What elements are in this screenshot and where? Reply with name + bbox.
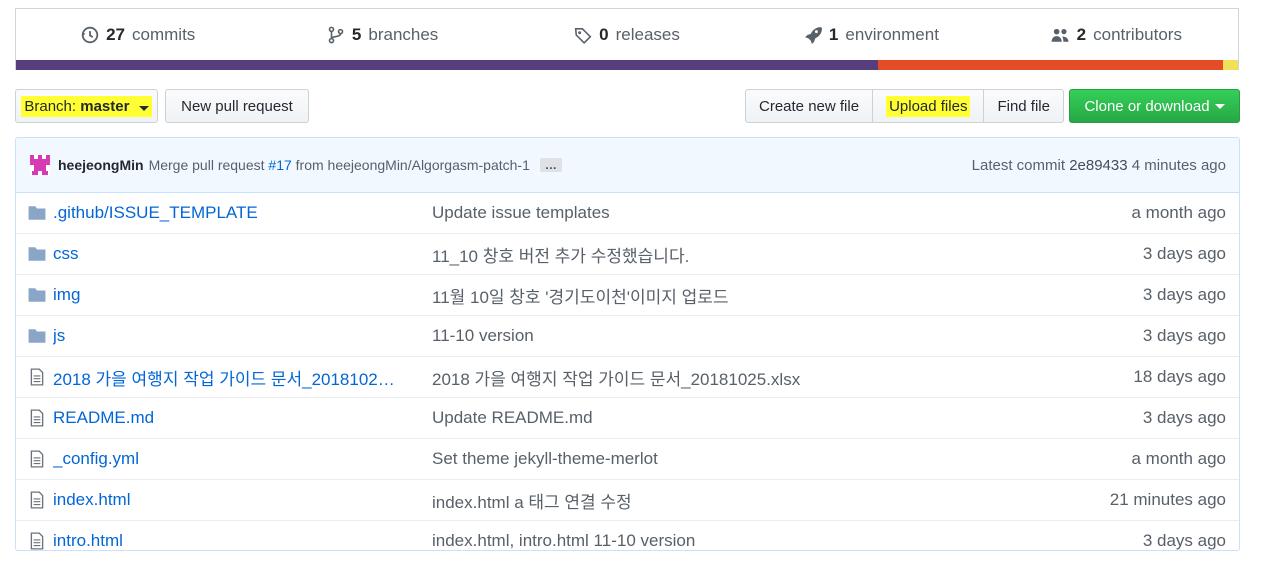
commit-message-link[interactable]: Update issue templates xyxy=(432,203,610,223)
commit-message-link[interactable]: index.html a 태그 연결 수정 xyxy=(432,488,632,513)
branch-value: master xyxy=(80,97,130,115)
commit-message-link[interactable]: index.html, intro.html 11-10 version xyxy=(432,531,695,550)
file-name-link[interactable]: _config.yml xyxy=(53,449,415,469)
table-row: css 11_10 창호 버전 추가 수정했습니다. 3 days ago xyxy=(16,233,1239,274)
branch-label: Branch: xyxy=(24,97,77,115)
folder-icon xyxy=(28,206,46,220)
upload-files-button[interactable]: Upload files xyxy=(872,89,985,123)
commit-age: a month ago xyxy=(1131,449,1226,468)
environment-link[interactable]: 1 environment xyxy=(749,25,993,45)
chevron-down-icon xyxy=(1214,103,1225,109)
table-row: 2018 가을 여행지 작업 가이드 문서_2018102… 2018 가을 여행… xyxy=(16,356,1239,397)
commits-count: 27 xyxy=(106,25,126,44)
language-segment[interactable] xyxy=(16,60,878,70)
commit-message-link[interactable]: 11_10 창호 버전 추가 수정했습니다. xyxy=(432,242,689,267)
latest-commit-bar: heejeongMin Merge pull request #17 from … xyxy=(16,138,1239,193)
releases-link[interactable]: 0 releases xyxy=(505,25,749,45)
language-segment[interactable] xyxy=(877,60,1224,70)
table-row: _config.yml Set theme jekyll-theme-merlot… xyxy=(16,438,1239,479)
clone-or-download-label: Clone or download xyxy=(1084,97,1210,115)
commits-link[interactable]: 27 commits xyxy=(16,25,260,45)
contributors-link[interactable]: 2 contributors xyxy=(994,25,1238,45)
branch-icon xyxy=(328,26,344,44)
people-icon xyxy=(1051,28,1069,42)
file-name-link[interactable]: 2018 가을 여행지 작업 가이드 문서_2018102… xyxy=(53,365,415,390)
latest-commit-label: Latest commit xyxy=(971,156,1066,174)
table-row: .github/ISSUE_TEMPLATE Update issue templ… xyxy=(16,193,1239,233)
pull-request-link[interactable]: #17 xyxy=(268,157,291,173)
contributors-count: 2 xyxy=(1076,25,1087,44)
releases-label: releases xyxy=(615,25,680,44)
commit-message-link[interactable]: Set theme jekyll-theme-merlot xyxy=(432,449,658,469)
commit-age: 21 minutes ago xyxy=(1109,490,1226,509)
branch-select-button[interactable]: Branch: master xyxy=(15,89,158,123)
file-name-link[interactable]: css xyxy=(53,244,415,264)
commit-message-link[interactable]: 11월 10일 창호 '경기도이천'이미지 업로드 xyxy=(432,283,729,308)
chevron-down-icon xyxy=(138,105,149,111)
latest-commit-info: Latest commit 2e89433 4 minutes ago xyxy=(972,157,1226,174)
avatar[interactable] xyxy=(30,155,50,175)
environment-label: environment xyxy=(845,25,939,44)
folder-icon xyxy=(28,329,46,343)
repo-summary: 27 commits 5 branches 0 releases 1 envir… xyxy=(15,8,1239,70)
releases-count: 0 xyxy=(599,25,609,44)
folder-icon xyxy=(28,288,46,302)
commit-time: 4 minutes ago xyxy=(1131,156,1226,174)
file-name-link[interactable]: js xyxy=(53,326,415,346)
branches-label: branches xyxy=(368,25,439,44)
commit-age: 3 days ago xyxy=(1142,408,1226,427)
new-pull-request-button[interactable]: New pull request xyxy=(165,89,309,123)
environment-count: 1 xyxy=(828,25,839,44)
history-icon xyxy=(81,26,99,44)
commit-age: 3 days ago xyxy=(1142,326,1226,345)
file-icon xyxy=(30,532,44,550)
create-new-file-button[interactable]: Create new file xyxy=(745,89,874,123)
commit-message-prefix: Merge pull request xyxy=(148,157,265,173)
file-name-link[interactable]: img xyxy=(53,285,415,305)
file-icon xyxy=(30,450,44,468)
commit-author[interactable]: heejeongMin xyxy=(58,157,144,173)
file-name-link[interactable]: intro.html xyxy=(53,531,415,550)
commit-message-link[interactable]: Update README.md xyxy=(432,408,593,428)
commit-age: 3 days ago xyxy=(1142,285,1226,304)
language-bar[interactable] xyxy=(16,60,1238,70)
tag-icon xyxy=(574,28,592,44)
branches-link[interactable]: 5 branches xyxy=(260,25,504,45)
expand-commit-message-button[interactable]: … xyxy=(539,158,562,172)
rocket-icon xyxy=(805,27,822,44)
file-name-link[interactable]: index.html xyxy=(53,490,415,510)
table-row: intro.html index.html, intro.html 11-10 v… xyxy=(16,520,1239,550)
file-name-link[interactable]: .github/ISSUE_TEMPLATE xyxy=(53,203,415,223)
table-row: img 11월 10일 창호 '경기도이천'이미지 업로드 3 days ago xyxy=(16,274,1239,315)
file-name-link[interactable]: README.md xyxy=(53,408,415,428)
file-icon xyxy=(30,491,44,509)
commit-age: 3 days ago xyxy=(1142,531,1226,550)
language-segment[interactable] xyxy=(1223,60,1238,70)
commit-message-link[interactable]: 2018 가을 여행지 작업 가이드 문서_20181025.xlsx xyxy=(432,365,800,390)
commit-age: 18 days ago xyxy=(1133,367,1226,386)
branch-select-highlight: Branch: master xyxy=(21,95,152,117)
commit-age: a month ago xyxy=(1131,203,1226,222)
commit-sha-link[interactable]: 2e89433 xyxy=(1069,157,1127,174)
table-row: README.md Update README.md 3 days ago xyxy=(16,397,1239,438)
table-row: js 11-10 version 3 days ago xyxy=(16,315,1239,356)
find-file-button[interactable]: Find file xyxy=(983,89,1064,123)
file-icon xyxy=(30,409,44,427)
upload-files-label: Upload files xyxy=(886,95,971,117)
file-listing: heejeongMin Merge pull request #17 from … xyxy=(15,137,1240,551)
contributors-label: contributors xyxy=(1093,25,1182,44)
commit-age: 3 days ago xyxy=(1142,244,1226,263)
file-actions-group: Create new file Upload files Find file xyxy=(745,89,1064,123)
table-row: index.html index.html a 태그 연결 수정 21 minute… xyxy=(16,479,1239,520)
commit-message-link[interactable]: 11-10 version xyxy=(432,326,534,346)
commits-label: commits xyxy=(132,25,196,44)
file-icon xyxy=(30,368,44,386)
folder-icon xyxy=(28,247,46,261)
branches-count: 5 xyxy=(351,25,362,44)
commit-message-suffix: from heejeongMin/Algorgasm-patch-1 xyxy=(295,157,530,173)
clone-or-download-button[interactable]: Clone or download xyxy=(1069,89,1240,123)
file-rows: .github/ISSUE_TEMPLATE Update issue templ… xyxy=(16,193,1239,550)
